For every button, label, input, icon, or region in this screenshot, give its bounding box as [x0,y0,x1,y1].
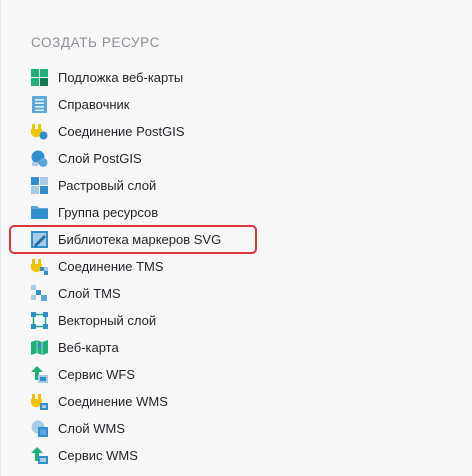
item-label: Соединение PostGIS [58,124,185,139]
create-svg-marker-library-item[interactable]: Библиотека маркеров SVG [31,226,451,253]
resource-type-list: Подложка веб-карты Справочник Соединение… [31,64,451,469]
webmap-icon [31,339,48,356]
item-label: Соединение TMS [58,259,164,274]
create-resource-panel: СОЗДАТЬ РЕСУРС Подложка веб-карты Справо… [0,0,472,476]
item-label: Справочник [58,97,130,112]
item-label: Соединение WMS [58,394,168,409]
item-label: Слой WMS [58,421,125,436]
vector-layer-icon [31,312,48,329]
create-basemap-item[interactable]: Подложка веб-карты [31,64,451,91]
resource-group-icon [31,204,48,221]
item-label: Слой PostGIS [58,151,142,166]
create-wfs-service-item[interactable]: Сервис WFS [31,361,451,388]
basemap-icon [31,69,48,86]
create-lookup-table-item[interactable]: Справочник [31,91,451,118]
create-tms-layer-item[interactable]: Слой TMS [31,280,451,307]
item-label: Растровый слой [58,178,157,193]
item-label: Подложка веб-карты [58,70,184,85]
create-raster-layer-item[interactable]: Растровый слой [31,172,451,199]
create-postgis-connection-item[interactable]: Соединение PostGIS [31,118,451,145]
item-label: Веб-карта [58,340,119,355]
postgis-layer-icon [31,150,48,167]
item-label: Сервис WMS [58,448,138,463]
create-wms-service-item[interactable]: Сервис WMS [31,442,451,469]
item-label: Сервис WFS [58,367,136,382]
wms-service-icon [31,447,48,464]
svg-marker-library-icon [31,231,48,248]
wfs-service-icon [31,366,48,383]
section-heading: СОЗДАТЬ РЕСУРС [31,35,160,50]
postgis-connection-icon [31,123,48,140]
create-wms-connection-item[interactable]: Соединение WMS [31,388,451,415]
wms-layer-icon [31,420,48,437]
item-label: Векторный слой [58,313,157,328]
item-label: Библиотека маркеров SVG [58,232,222,247]
item-label: Слой TMS [58,286,121,301]
create-tms-connection-item[interactable]: Соединение TMS [31,253,451,280]
raster-layer-icon [31,177,48,194]
wms-connection-icon [31,393,48,410]
create-vector-layer-item[interactable]: Векторный слой [31,307,451,334]
create-resource-group-item[interactable]: Группа ресурсов [31,199,451,226]
lookup-table-icon [31,96,48,113]
create-postgis-layer-item[interactable]: Слой PostGIS [31,145,451,172]
create-wms-layer-item[interactable]: Слой WMS [31,415,451,442]
tms-layer-icon [31,285,48,302]
create-webmap-item[interactable]: Веб-карта [31,334,451,361]
tms-connection-icon [31,258,48,275]
item-label: Группа ресурсов [58,205,159,220]
